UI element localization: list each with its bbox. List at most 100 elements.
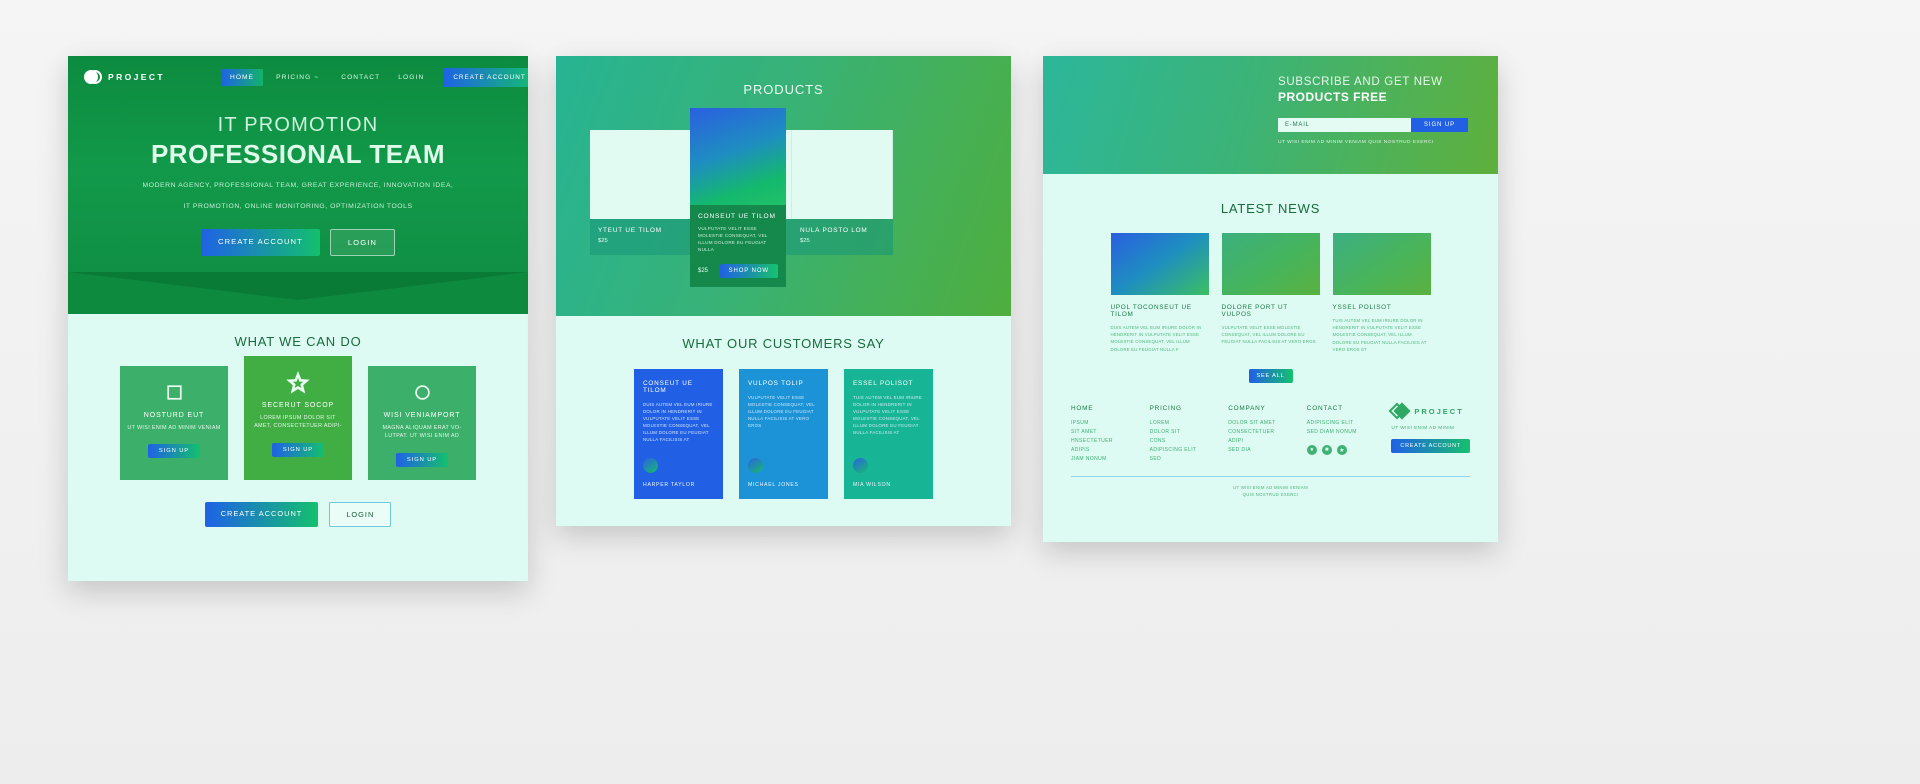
circle-icon[interactable]: ●: [1306, 445, 1317, 456]
navbar: PROJECT HOME PRICING ~ CONTACT LOGIN CRE…: [68, 56, 528, 98]
featured-product-body: CONSEUT UE TILOM VULPUTATE VELIT ESSE MO…: [690, 205, 786, 287]
news-card-1[interactable]: UPOL TOCONSEUT UE TILOM DUIS AUTEM VEL E…: [1110, 233, 1209, 353]
testimonial-title: CONSEUT UE TILOM: [643, 380, 693, 394]
footer-column-items[interactable]: ADIPISCING ELIT SED DIAM NONUM: [1307, 419, 1386, 437]
nav-link-home[interactable]: HOME: [220, 68, 264, 86]
project-logo-icon: [1388, 402, 1411, 420]
footer-divider: [1071, 476, 1470, 478]
square-icon: [127, 379, 221, 405]
hero-buttons: CREATE ACCOUNT LOGIN: [68, 229, 528, 256]
testimonial-title: ESSEL POLISOT: [853, 380, 914, 387]
service-cards: NOSTURD EUT UT WISI ENIM AD MINIM VENIAM…: [68, 356, 528, 480]
footer-column-items[interactable]: LOREM DOLOR SIT CONS ADIPISCING ELIT SED: [1150, 419, 1229, 464]
logo[interactable]: PROJECT: [84, 70, 165, 84]
product-card-1[interactable]: YTEUT UE TILOM $25: [590, 130, 691, 255]
see-all-button[interactable]: SEE ALL: [1248, 369, 1293, 384]
service-card-3-title: WISI VENIAMPORT: [383, 412, 461, 419]
product-card-3[interactable]: NULA POSTO LOM $25: [792, 130, 893, 255]
avatar: [643, 458, 658, 473]
service-card-2[interactable]: SECERUT SOCOP LOREM IPSUM DOLOR SIT AMET…: [244, 356, 352, 480]
subscribe-form: E-MAIL SIGN UP: [1278, 118, 1468, 132]
nav-link-contact[interactable]: CONTACT: [332, 69, 389, 86]
footer-column-heading: HOME: [1071, 405, 1094, 413]
footer-create-account-button[interactable]: CREATE ACCOUNT: [1391, 439, 1470, 454]
testimonial-author: MICHAEL JONES: [748, 482, 799, 488]
featured-product-name: CONSEUT UE TILOM: [698, 213, 776, 220]
hero-login-button[interactable]: LOGIN: [329, 229, 395, 256]
news-card-title: YSSEL POLISOT: [1332, 304, 1392, 311]
footer-brand: PROJECT UT WISI ENIM AD MINIM CREATE ACC…: [1388, 402, 1470, 464]
product-name: NULA POSTO LOM: [800, 227, 868, 234]
footer-column-items[interactable]: DOLOR SIT AMET CONSECTETUER ADIPI SED DI…: [1228, 419, 1307, 455]
footer-create-account-button[interactable]: CREATE ACCOUNT: [204, 501, 319, 527]
testimonial-card-2[interactable]: VULPOS TOLIP VULPUTATE VELIT ESSE MOLEST…: [739, 369, 828, 499]
star-icon[interactable]: ★: [1336, 445, 1347, 456]
nav-link-pricing[interactable]: PRICING ~: [267, 69, 328, 86]
footer-column-contact: CONTACT ADIPISCING ELIT SED DIAM NONUM ●…: [1306, 405, 1386, 464]
shop-now-button[interactable]: SHOP NOW: [719, 264, 778, 278]
featured-product-card[interactable]: CONSEUT UE TILOM VULPUTATE VELIT ESSE MO…: [690, 108, 786, 287]
footer-login-button[interactable]: LOGIN: [329, 501, 392, 527]
site-footer: HOME IPSUM SIT AMET HNSECTETUER ADIPIS J…: [1043, 402, 1498, 464]
service-card-3[interactable]: WISI VENIAMPORT MAGNA ALIQUAM ERAT VO-LU…: [368, 366, 476, 480]
footer-column-items[interactable]: IPSUM SIT AMET HNSECTETUER ADIPIS JIAM N…: [1071, 419, 1150, 464]
login-link[interactable]: LOGIN: [389, 69, 433, 86]
product-price: $25: [800, 238, 810, 244]
service-card-3-signup-button[interactable]: SIGN UP: [395, 452, 449, 467]
logo-text: PROJECT: [108, 72, 165, 82]
footer-logo[interactable]: PROJECT: [1388, 402, 1470, 420]
service-card-1-signup-button[interactable]: SIGN UP: [147, 444, 201, 459]
subscribe-section: SUBSCRIBE AND GET NEW PRODUCTS FREE E-MA…: [1043, 56, 1498, 174]
hero-section: PROJECT HOME PRICING ~ CONTACT LOGIN CRE…: [68, 56, 528, 314]
featured-product-image: [690, 108, 786, 205]
square-icon[interactable]: ■: [1321, 445, 1332, 456]
landing-page-panel-3: SUBSCRIBE AND GET NEW PRODUCTS FREE E-MA…: [1043, 56, 1498, 542]
service-card-2-signup-button[interactable]: SIGN UP: [271, 442, 325, 457]
social-links: ● ■ ★: [1306, 445, 1386, 456]
footer-column-pricing: PRICING LOREM DOLOR SIT CONS ADIPISCING …: [1150, 405, 1229, 464]
testimonial-text: TUIS AUTEM VEL EUM IRIURE DOLOR IN HENDR…: [853, 395, 923, 435]
testimonial-card-3[interactable]: ESSEL POLISOT TUIS AUTEM VEL EUM IRIURE …: [844, 369, 933, 499]
product-image: [792, 130, 893, 219]
hero-create-account-button[interactable]: CREATE ACCOUNT: [200, 229, 320, 256]
service-card-1-title: NOSTURD EUT: [143, 412, 205, 419]
service-card-1-text: UT WISI ENIM AD MINIM VENIAM: [127, 425, 221, 431]
testimonial-author: MIA WILSON: [853, 482, 891, 488]
hero-content: IT PROMOTION PROFESSIONAL TEAM MODERN AG…: [68, 98, 528, 256]
news-card-title: DOLORE PORT UT VULPOS: [1221, 304, 1288, 318]
email-input[interactable]: E-MAIL: [1278, 118, 1411, 132]
footer-logo-text: PROJECT: [1414, 406, 1464, 416]
subscribe-block: SUBSCRIBE AND GET NEW PRODUCTS FREE E-MA…: [1278, 76, 1468, 145]
avatar: [748, 458, 763, 473]
footer-brand-note: UT WISI ENIM AD MINIM: [1391, 426, 1455, 432]
footer-bottom-note: UT WISI ENIM AD MINIM VENIAM QUIS NOSTRU…: [1233, 485, 1308, 498]
nav-links: HOME PRICING ~ CONTACT: [220, 68, 389, 86]
subscribe-line2: PRODUCTS FREE: [1278, 90, 1388, 104]
news-card-text: TUIS AUTEM VEL EUM IRIURE DOLOR IN HENDR…: [1332, 318, 1427, 352]
news-section: LATEST NEWS UPOL TOCONSEUT UE TILOM DUIS…: [1043, 174, 1498, 542]
testimonial-card-1[interactable]: CONSEUT UE TILOM DUIS AUTEM VEL EUM IRIU…: [634, 369, 723, 499]
news-image: [1332, 233, 1431, 295]
news-image: [1110, 233, 1209, 295]
news-title: LATEST NEWS: [1220, 201, 1321, 216]
services-title: WHAT WE CAN DO: [234, 334, 362, 349]
news-card-title: UPOL TOCONSEUT UE TILOM: [1110, 304, 1192, 318]
news-image: [1221, 233, 1320, 295]
hero-desc-line1: MODERN AGENCY, PROFESSIONAL TEAM, GREAT …: [142, 182, 454, 189]
service-card-2-title: SECERUT SOCOP: [261, 402, 335, 409]
featured-product-desc: VULPUTATE VELIT ESSE MOLESTIE CONSEQUAT,…: [698, 226, 768, 252]
product-name: YTEUT UE TILOM: [598, 227, 662, 234]
footer-buttons: CREATE ACCOUNT LOGIN: [68, 501, 528, 527]
footer-column-company: COMPANY DOLOR SIT AMET CONSECTETUER ADIP…: [1228, 405, 1307, 464]
subscribe-signup-button[interactable]: SIGN UP: [1411, 118, 1468, 132]
hero-title: PROFESSIONAL TEAM: [150, 139, 446, 169]
featured-product-price: $25: [698, 268, 709, 274]
news-card-2[interactable]: DOLORE PORT UT VULPOS VULPUTATE VELIT ES…: [1221, 233, 1320, 353]
testimonial-title: VULPOS TOLIP: [748, 380, 804, 387]
circle-icon: [375, 379, 469, 405]
news-card-3[interactable]: YSSEL POLISOT TUIS AUTEM VEL EUM IRIURE …: [1332, 233, 1431, 353]
news-cards: UPOL TOCONSEUT UE TILOM DUIS AUTEM VEL E…: [1043, 233, 1498, 353]
create-account-button[interactable]: CREATE ACCOUNT: [443, 67, 528, 87]
hero-wave-decoration: [68, 272, 528, 314]
service-card-1[interactable]: NOSTURD EUT UT WISI ENIM AD MINIM VENIAM…: [120, 366, 228, 480]
